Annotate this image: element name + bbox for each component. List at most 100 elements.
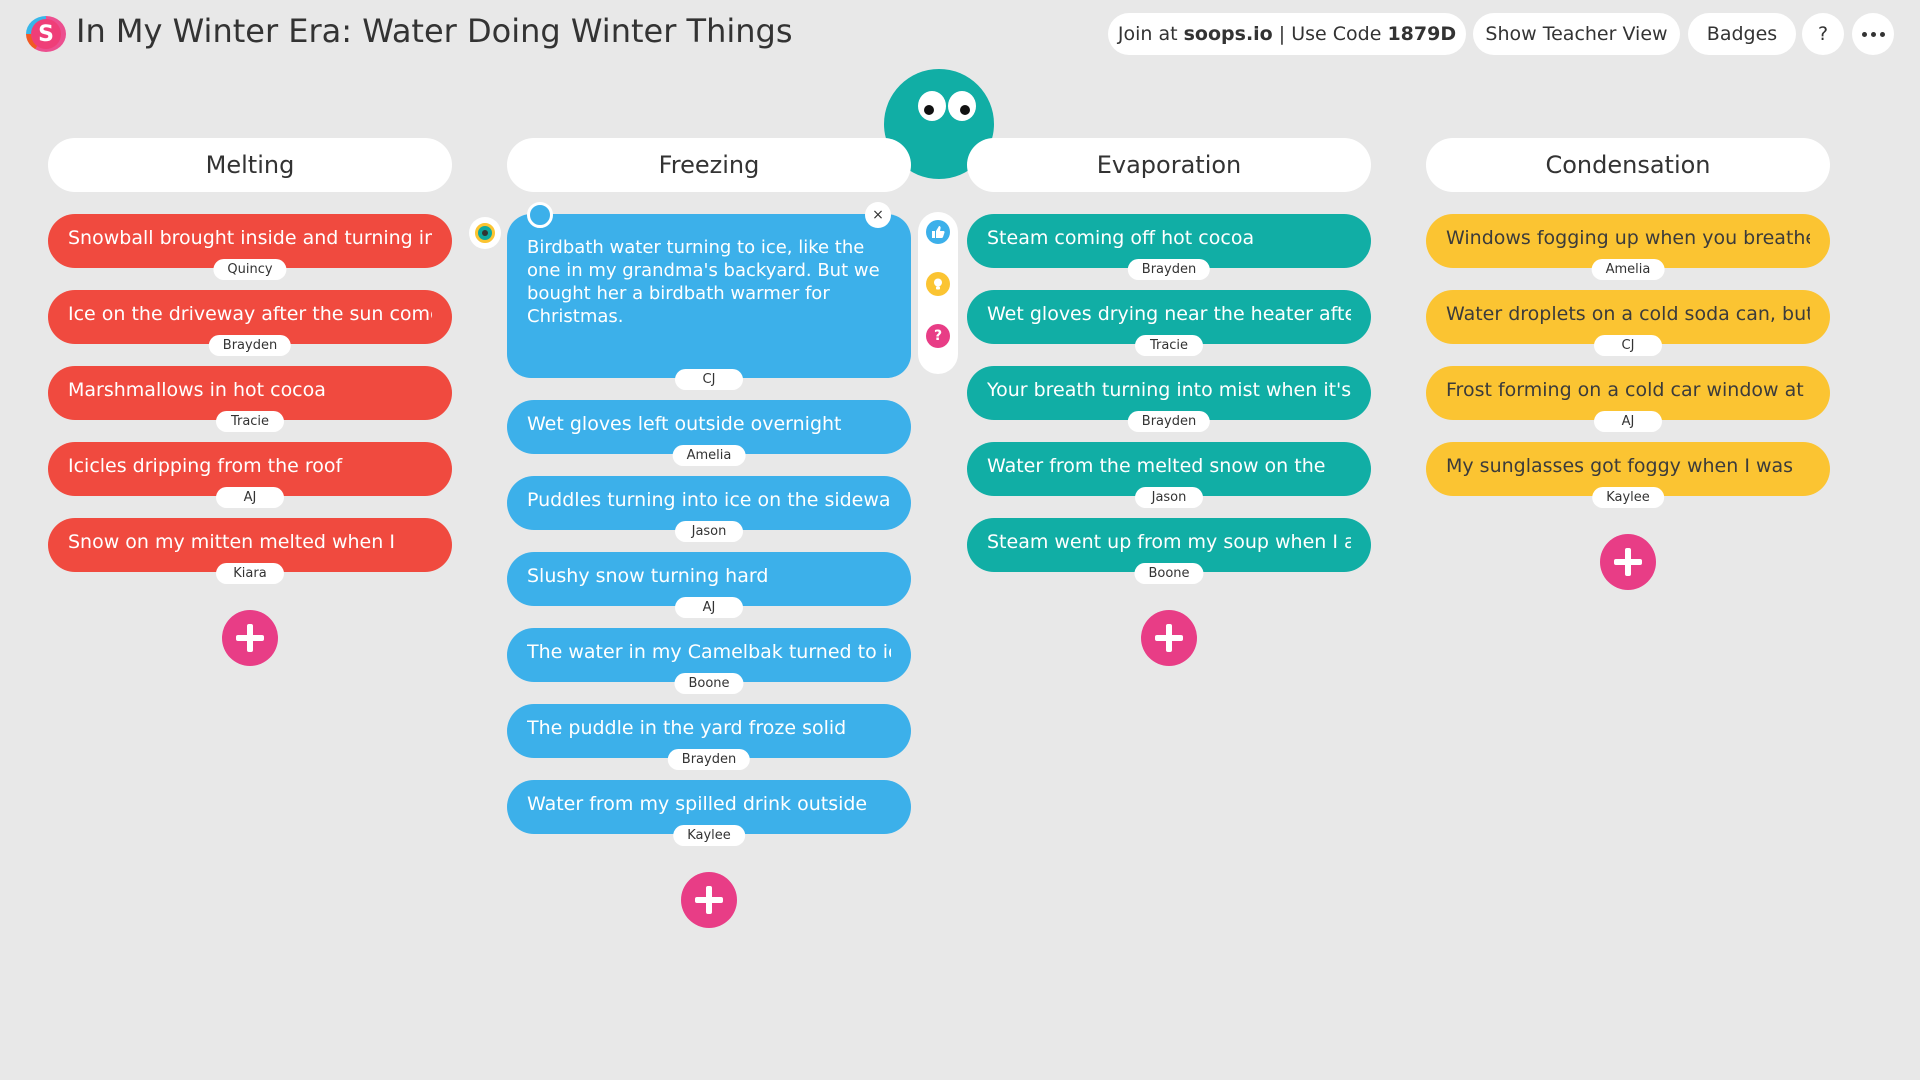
card-author: Quincy: [213, 259, 287, 280]
column-melting: Melting Snowball brought inside and turn…: [48, 138, 452, 666]
page-title: In My Winter Era: Water Doing Winter Thi…: [76, 12, 793, 50]
card-author: Kaylee: [673, 825, 745, 846]
card-author: Jason: [675, 521, 743, 542]
card-text: Slushy snow turning hard: [527, 565, 769, 587]
card-author: Jason: [1135, 487, 1203, 508]
column-freezing: Freezing × Birdbath water turning to ice…: [507, 138, 911, 928]
card-condensation-1[interactable]: Windows fogging up when you breathe Ameli…: [1426, 214, 1830, 280]
mascot-left-eye: [918, 91, 946, 121]
card-evaporation-1[interactable]: Steam coming off hot cocoa Brayden: [967, 214, 1371, 280]
add-card-evaporation-button[interactable]: [1141, 610, 1197, 666]
card-author: AJ: [675, 597, 743, 618]
column-header-freezing: Freezing: [507, 138, 911, 192]
question-icon[interactable]: ?: [926, 324, 950, 348]
soops-logo-icon[interactable]: S: [26, 16, 66, 52]
card-text: Water from the melted snow on the: [987, 455, 1326, 477]
card-text: Snowball brought inside and turning into: [68, 227, 432, 249]
card-melting-1[interactable]: Snowball brought inside and turning into…: [48, 214, 452, 280]
column-header-condensation: Condensation: [1426, 138, 1830, 192]
column-evaporation: Evaporation Steam coming off hot cocoa Br…: [967, 138, 1371, 666]
card-text: Marshmallows in hot cocoa: [68, 379, 326, 401]
card-freezing-6[interactable]: The puddle in the yard froze solid Brayde…: [507, 704, 911, 770]
card-text: Frost forming on a cold car window at: [1446, 379, 1804, 401]
card-text: Water droplets on a cold soda can, but: [1446, 303, 1810, 325]
show-teacher-view-button[interactable]: Show Teacher View: [1473, 13, 1680, 55]
card-author: Kiara: [216, 563, 284, 584]
card-condensation-3[interactable]: Frost forming on a cold car window at AJ: [1426, 366, 1830, 432]
card-text: Steam coming off hot cocoa: [987, 227, 1255, 249]
card-author: Amelia: [1591, 259, 1665, 280]
card-text: Puddles turning into ice on the sidewalk: [527, 489, 891, 511]
target-icon[interactable]: [469, 217, 501, 249]
column-condensation: Condensation Windows fogging up when you…: [1426, 138, 1830, 590]
column-header-evaporation: Evaporation: [967, 138, 1371, 192]
card-text: Your breath turning into mist when it's: [987, 379, 1351, 401]
plus-icon: [695, 886, 723, 914]
header-bar: S In My Winter Era: Water Doing Winter T…: [0, 0, 1920, 70]
mascot-right-eye: [948, 91, 976, 121]
column-header-melting: Melting: [48, 138, 452, 192]
join-code: 1879D: [1387, 23, 1457, 45]
card-author: Tracie: [216, 411, 284, 432]
drag-handle[interactable]: [527, 202, 553, 228]
card-freezing-5[interactable]: The water in my Camelbak turned to ice Bo…: [507, 628, 911, 694]
badges-button[interactable]: Badges: [1688, 13, 1796, 55]
add-card-condensation-button[interactable]: [1600, 534, 1656, 590]
card-text: Steam went up from my soup when I ate: [987, 531, 1351, 553]
card-freezing-4[interactable]: Slushy snow turning hard AJ: [507, 552, 911, 618]
card-text: Ice on the driveway after the sun comes: [68, 303, 432, 325]
card-evaporation-2[interactable]: Wet gloves drying near the heater after T…: [967, 290, 1371, 356]
card-melting-2[interactable]: Ice on the driveway after the sun comes B…: [48, 290, 452, 356]
card-melting-3[interactable]: Marshmallows in hot cocoa Tracie: [48, 366, 452, 432]
card-author: Tracie: [1135, 335, 1203, 356]
card-text: Wet gloves drying near the heater after: [987, 303, 1351, 325]
card-evaporation-5[interactable]: Steam went up from my soup when I ate Boo…: [967, 518, 1371, 584]
card-condensation-4[interactable]: My sunglasses got foggy when I was Kaylee: [1426, 442, 1830, 508]
card-melting-5[interactable]: Snow on my mitten melted when I Kiara: [48, 518, 452, 584]
card-author: Brayden: [1127, 259, 1211, 280]
plus-icon: [1155, 624, 1183, 652]
card-author: Kaylee: [1592, 487, 1664, 508]
card-evaporation-4[interactable]: Water from the melted snow on the Jason: [967, 442, 1371, 508]
join-mid: | Use Code: [1272, 23, 1388, 45]
more-options-button[interactable]: [1852, 13, 1894, 55]
card-author: AJ: [1594, 411, 1662, 432]
join-code-button[interactable]: Join at soops.io | Use Code 1879D: [1108, 13, 1466, 55]
plus-icon: [236, 624, 264, 652]
card-text: Icicles dripping from the roof: [68, 455, 343, 477]
more-dots-icon: [1861, 31, 1885, 37]
card-author: CJ: [1594, 335, 1662, 356]
card-text: Birdbath water turning to ice, like the …: [527, 237, 880, 327]
card-evaporation-3[interactable]: Your breath turning into mist when it's B…: [967, 366, 1371, 432]
card-melting-4[interactable]: Icicles dripping from the roof AJ: [48, 442, 452, 508]
card-freezing-2[interactable]: Wet gloves left outside overnight Amelia: [507, 400, 911, 466]
reaction-bar: ?: [918, 212, 958, 374]
logo-letter-s: S: [31, 19, 61, 49]
card-text: Windows fogging up when you breathe: [1446, 227, 1810, 249]
card-condensation-2[interactable]: Water droplets on a cold soda can, but CJ: [1426, 290, 1830, 356]
card-author: Amelia: [672, 445, 746, 466]
card-author: AJ: [216, 487, 284, 508]
card-text: Snow on my mitten melted when I: [68, 531, 395, 553]
lightbulb-icon[interactable]: [926, 272, 950, 296]
card-freezing-3[interactable]: Puddles turning into ice on the sidewalk…: [507, 476, 911, 542]
card-text: The puddle in the yard froze solid: [527, 717, 847, 739]
thumbs-up-icon[interactable]: [926, 220, 950, 244]
card-freezing-7[interactable]: Water from my spilled drink outside Kayle…: [507, 780, 911, 846]
card-author: Boone: [674, 673, 744, 694]
join-prefix: Join at: [1117, 23, 1184, 45]
card-author: Boone: [1134, 563, 1204, 584]
join-site: soops.io: [1183, 23, 1273, 45]
card-text: Wet gloves left outside overnight: [527, 413, 842, 435]
card-author: Brayden: [667, 749, 751, 770]
add-card-melting-button[interactable]: [222, 610, 278, 666]
add-card-freezing-button[interactable]: [681, 872, 737, 928]
card-author: Brayden: [208, 335, 292, 356]
plus-icon: [1614, 548, 1642, 576]
help-button[interactable]: ?: [1802, 13, 1844, 55]
card-author: CJ: [675, 369, 743, 390]
card-freezing-1-expanded[interactable]: × Birdbath water turning to ice, like th…: [507, 202, 911, 390]
card-text: Water from my spilled drink outside: [527, 793, 868, 815]
close-icon[interactable]: ×: [865, 202, 891, 228]
card-text: My sunglasses got foggy when I was: [1446, 455, 1794, 477]
